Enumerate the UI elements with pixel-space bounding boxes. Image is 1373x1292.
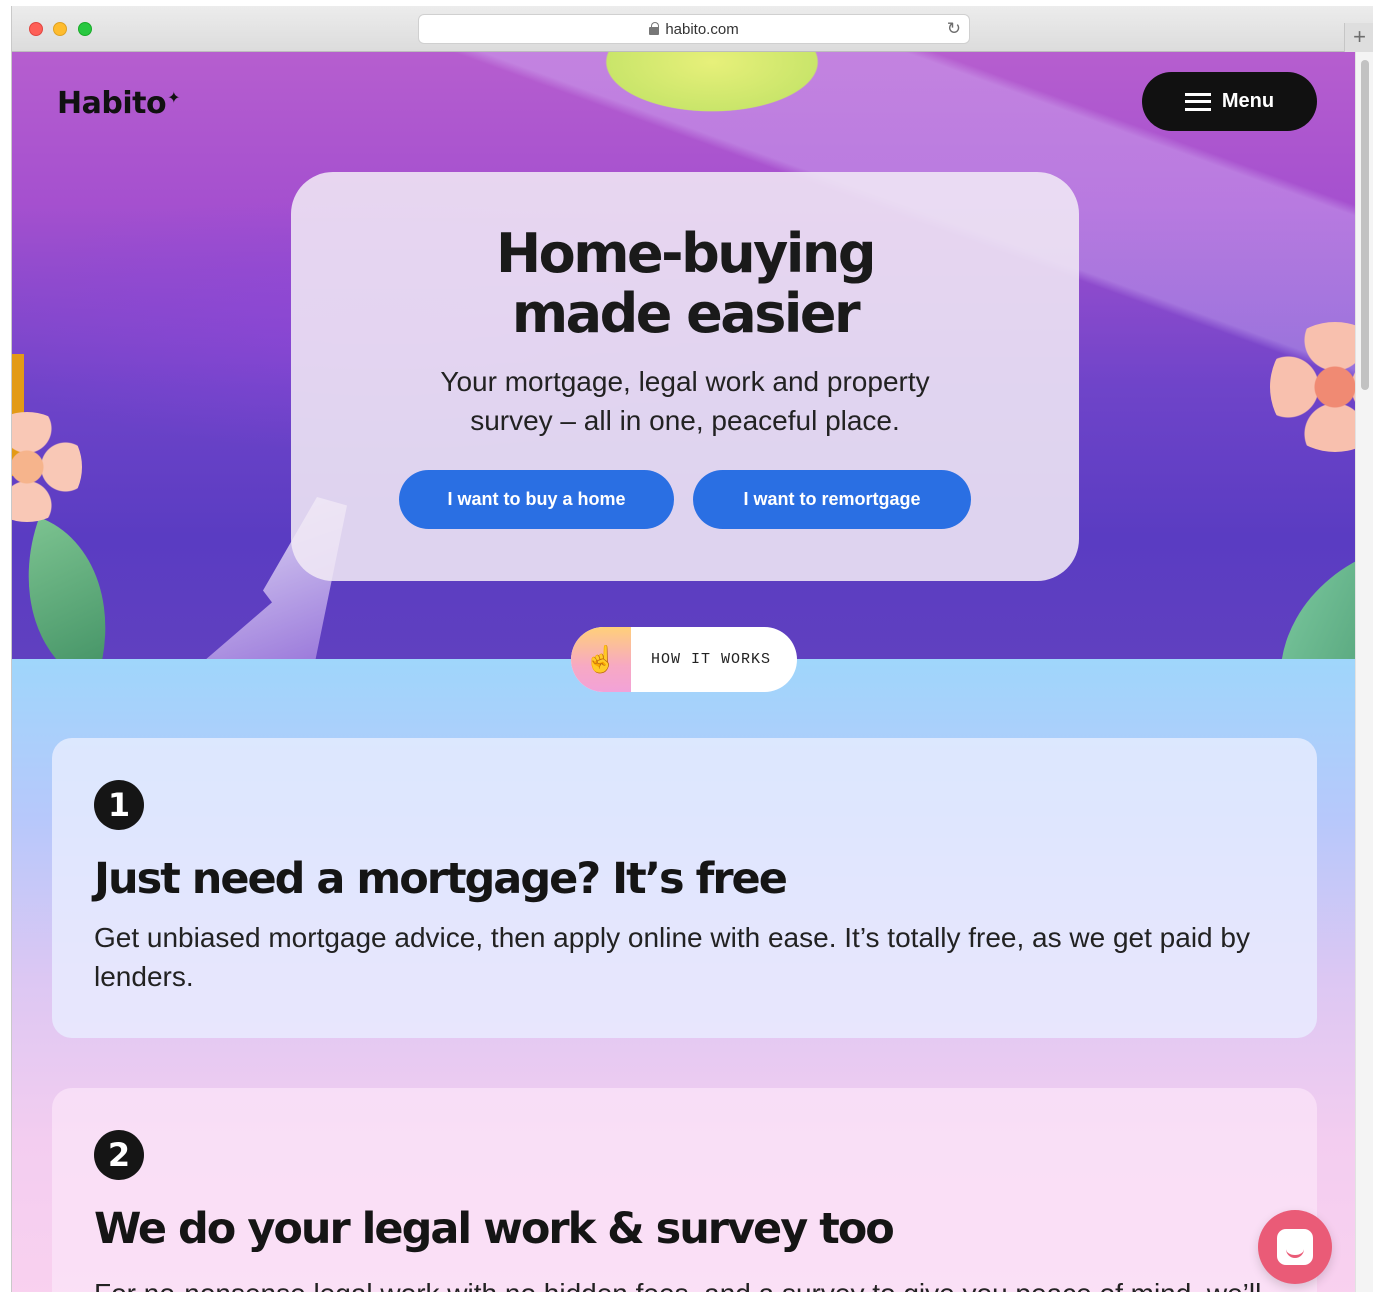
- page-scrollbar[interactable]: [1355, 52, 1373, 1292]
- chat-launcher-button[interactable]: [1258, 1210, 1332, 1284]
- buy-home-button[interactable]: I want to buy a home: [399, 470, 674, 529]
- close-window-button[interactable]: [29, 22, 43, 36]
- step-title: Just need a mortgage? It’s free: [94, 854, 788, 904]
- step-card-2: 2 We do your legal work & survey too For…: [52, 1088, 1317, 1292]
- hero-subtitle: Your mortgage, legal work and property s…: [440, 366, 930, 436]
- step-number-badge: 2: [94, 1130, 144, 1180]
- leaf-illustration-right: [1245, 551, 1356, 659]
- reload-icon[interactable]: ↻: [947, 20, 961, 38]
- hero-title: Home-buying made easier: [495, 222, 877, 345]
- step-description: Get unbiased mortgage advice, then apply…: [94, 922, 1250, 992]
- page-viewport: Habito✦ Menu Home-buying made easier You…: [12, 52, 1356, 1292]
- how-it-works-label: HOW IT WORKS: [651, 651, 772, 668]
- logo-sparkle-icon: ✦: [167, 88, 180, 107]
- flower-illustration-left: [12, 412, 82, 522]
- minimize-window-button[interactable]: [53, 22, 67, 36]
- step-title: We do your legal work & survey too: [94, 1204, 895, 1254]
- new-tab-button[interactable]: +: [1344, 23, 1373, 53]
- browser-titlebar: habito.com ↻ +: [12, 6, 1373, 53]
- menu-label: Menu: [1221, 90, 1275, 112]
- zoom-window-button[interactable]: [78, 22, 92, 36]
- remortgage-button[interactable]: I want to remortgage: [693, 470, 971, 529]
- address-bar[interactable]: habito.com ↻: [418, 14, 970, 44]
- menu-button[interactable]: Menu: [1142, 72, 1317, 131]
- leaf-illustration-left: [12, 517, 143, 659]
- step-number-badge: 1: [94, 780, 144, 830]
- hero-card: Home-buying made easier Your mortgage, l…: [291, 172, 1079, 581]
- lock-icon: [649, 22, 660, 35]
- chat-icon: [1277, 1229, 1313, 1265]
- browser-window: habito.com ↻ + Habito✦ Menu Home-buying …: [11, 6, 1373, 1292]
- how-it-works-badge: ☝ HOW IT WORKS: [571, 627, 797, 692]
- step-description: For no-nonsense legal work with no hidde…: [94, 1274, 1264, 1292]
- pointing-hand-icon: ☝: [571, 627, 631, 692]
- step-card-1: 1 Just need a mortgage? It’s free Get un…: [52, 738, 1317, 1038]
- hero-section: Habito✦ Menu Home-buying made easier You…: [12, 52, 1356, 659]
- scrollbar-thumb[interactable]: [1361, 60, 1369, 390]
- flower-illustration-right: [1270, 322, 1356, 452]
- logo-text: Habito: [57, 86, 167, 121]
- hamburger-icon: [1184, 92, 1211, 111]
- habito-logo[interactable]: Habito✦: [57, 86, 180, 121]
- address-bar-url: habito.com: [665, 20, 739, 38]
